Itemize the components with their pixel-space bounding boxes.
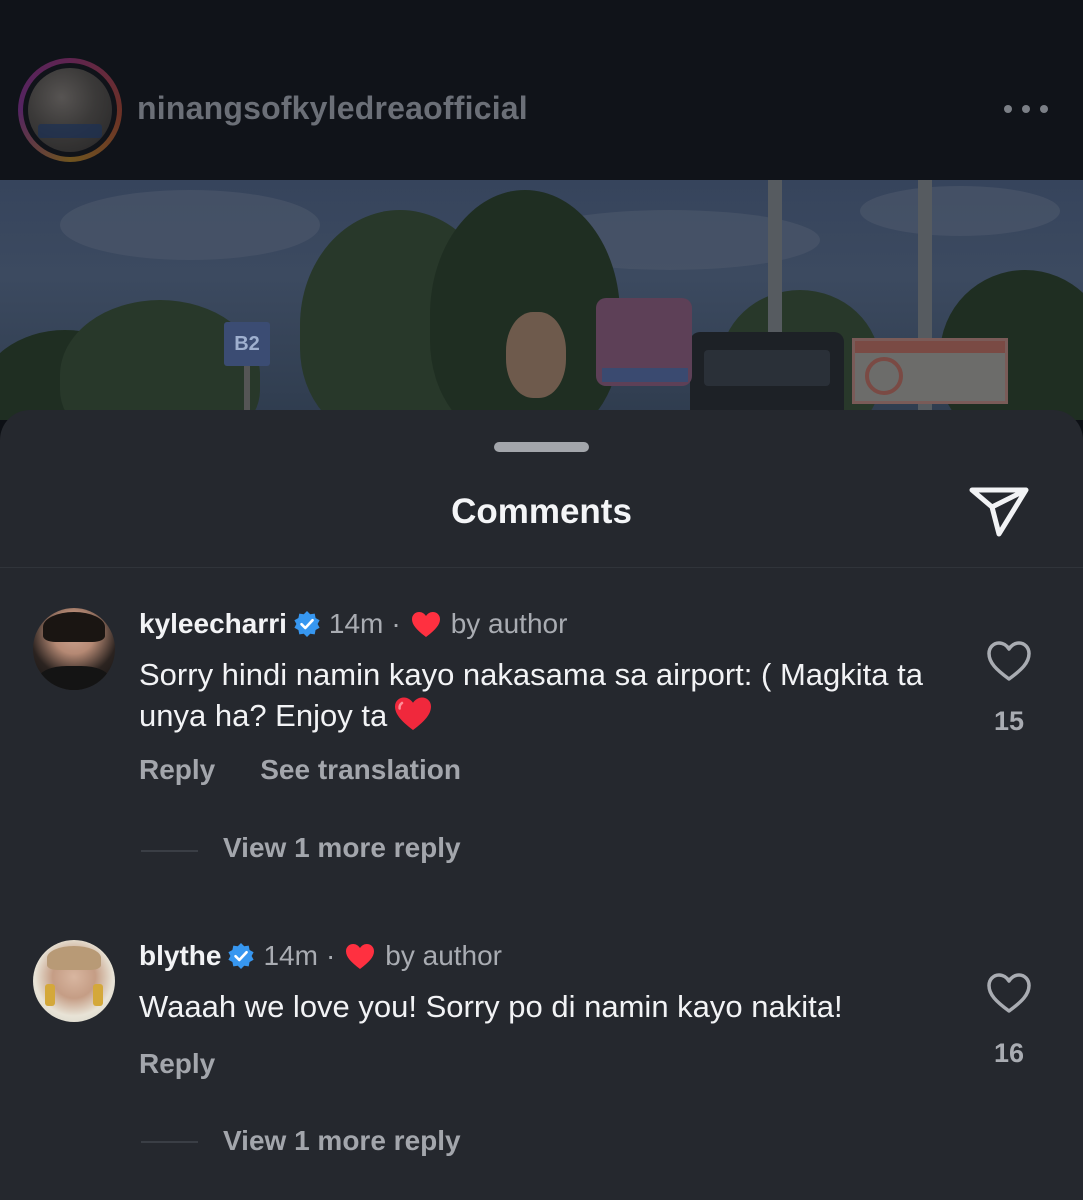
view-more-replies-button[interactable]: View 1 more reply bbox=[223, 1125, 461, 1157]
post-header: ninangsofkyledreaofficial bbox=[0, 0, 1083, 180]
liked-by-author-label: by author bbox=[450, 608, 568, 639]
comment-actions: Reply See translation bbox=[139, 754, 461, 786]
comment-username[interactable]: blythe bbox=[139, 940, 221, 972]
see-translation-button[interactable]: See translation bbox=[260, 754, 461, 786]
sheet-grabber[interactable] bbox=[494, 442, 589, 452]
comment-header: blythe 14m · by author bbox=[139, 940, 502, 972]
like-heart-icon[interactable] bbox=[986, 640, 1032, 682]
more-horizontal-icon[interactable] bbox=[1004, 104, 1048, 114]
story-ring[interactable] bbox=[18, 58, 122, 162]
comment-header: kyleecharri 14m · by author bbox=[139, 608, 567, 640]
avatar[interactable] bbox=[33, 940, 115, 1022]
reply-button[interactable]: Reply bbox=[139, 754, 215, 786]
paper-plane-icon[interactable] bbox=[966, 482, 1032, 538]
post-username[interactable]: ninangsofkyledreaofficial bbox=[137, 90, 528, 127]
like-count: 16 bbox=[993, 1038, 1025, 1068]
liked-by-author-label: by author bbox=[385, 940, 503, 971]
red-heart-emoji-icon bbox=[395, 697, 432, 730]
comment-username[interactable]: kyleecharri bbox=[139, 608, 287, 640]
avatar[interactable] bbox=[33, 608, 115, 690]
comments-sheet: Comments kyleecharri 14m · by author Sor… bbox=[0, 410, 1083, 1200]
comment-time: 14m bbox=[263, 940, 318, 971]
reply-button[interactable]: Reply bbox=[139, 1048, 215, 1080]
comment-actions: Reply bbox=[139, 1048, 215, 1080]
like-count: 15 bbox=[993, 706, 1025, 736]
post-photo: B2 bbox=[0, 180, 1083, 420]
no-littering-sign bbox=[852, 338, 1008, 404]
verified-badge-icon bbox=[294, 611, 320, 637]
verified-badge-icon bbox=[228, 943, 255, 969]
liked-by-author-heart-icon bbox=[346, 943, 375, 969]
sheet-title: Comments bbox=[451, 492, 632, 531]
view-more-replies-button[interactable]: View 1 more reply bbox=[223, 832, 461, 864]
comment-time: 14m bbox=[328, 608, 384, 639]
parking-sign: B2 bbox=[224, 322, 270, 366]
like-heart-icon[interactable] bbox=[986, 972, 1032, 1014]
instagram-post-screen: ninangsofkyledreaofficial B2 Comments ky… bbox=[0, 0, 1083, 1200]
fan-sign-face bbox=[506, 312, 566, 398]
comment-text: Sorry hindi namin kayo nakasama sa airpo… bbox=[139, 657, 923, 733]
liked-by-author-heart-icon bbox=[411, 611, 440, 637]
separator-dot: · bbox=[391, 608, 401, 639]
comment-text: Waaah we love you! Sorry po di namin kay… bbox=[139, 989, 843, 1024]
account-avatar bbox=[28, 68, 112, 152]
separator-dot: · bbox=[325, 940, 336, 971]
